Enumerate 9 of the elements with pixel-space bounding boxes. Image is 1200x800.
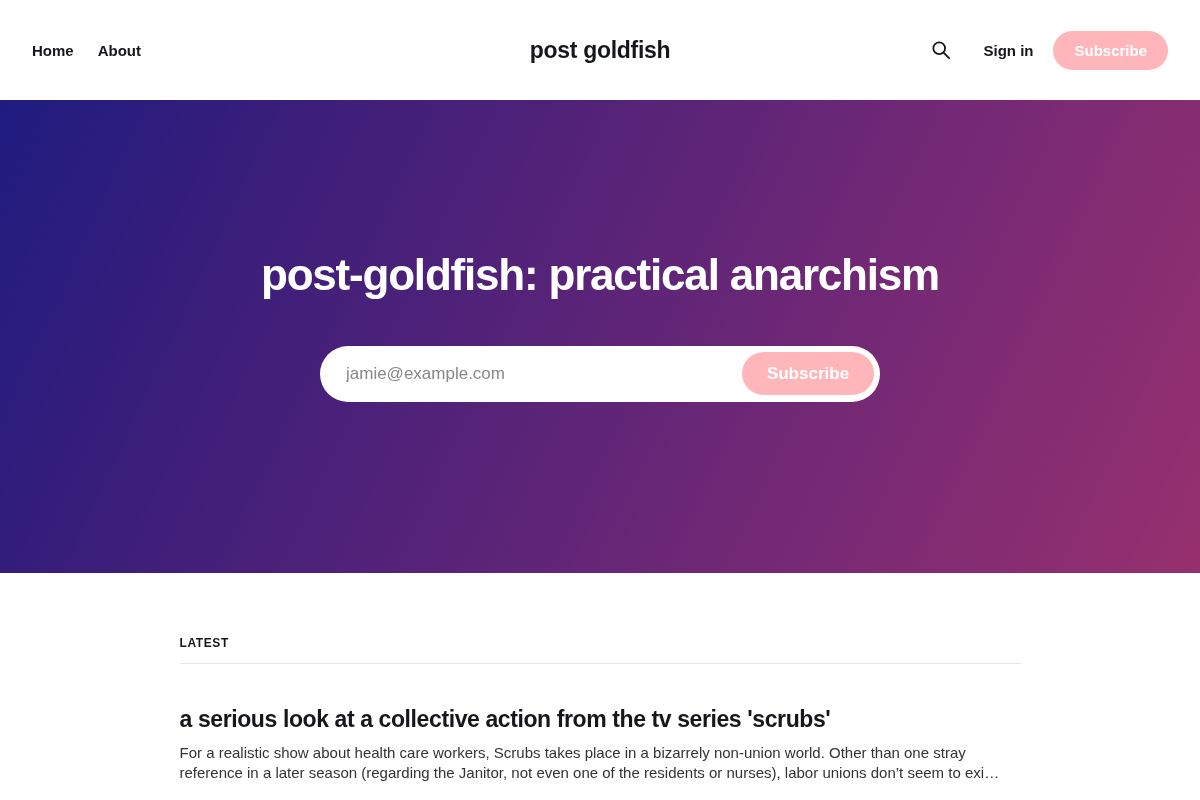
site-title[interactable]: post goldfish <box>529 36 671 64</box>
nav-link[interactable]: Home <box>32 41 74 59</box>
section-heading: LATEST <box>179 636 1021 664</box>
search-icon[interactable] <box>932 41 951 59</box>
nav-link[interactable]: About <box>97 41 141 59</box>
post-title[interactable]: a serious look at a collective action from the tv series 'scrubs' <box>179 705 1021 735</box>
post-excerpt: For a realistic show about health care workers, Scrubs takes place in a bizarrely non-union world. Other than one stray reference in a later season (regarding the Janitor, not even one of the residents or nurses), labor unions don’t seem to exi… <box>179 742 1001 783</box>
hero-title: post-goldfish: practical anarchism <box>261 251 939 300</box>
sign-in-link[interactable]: Sign in <box>983 41 1034 59</box>
